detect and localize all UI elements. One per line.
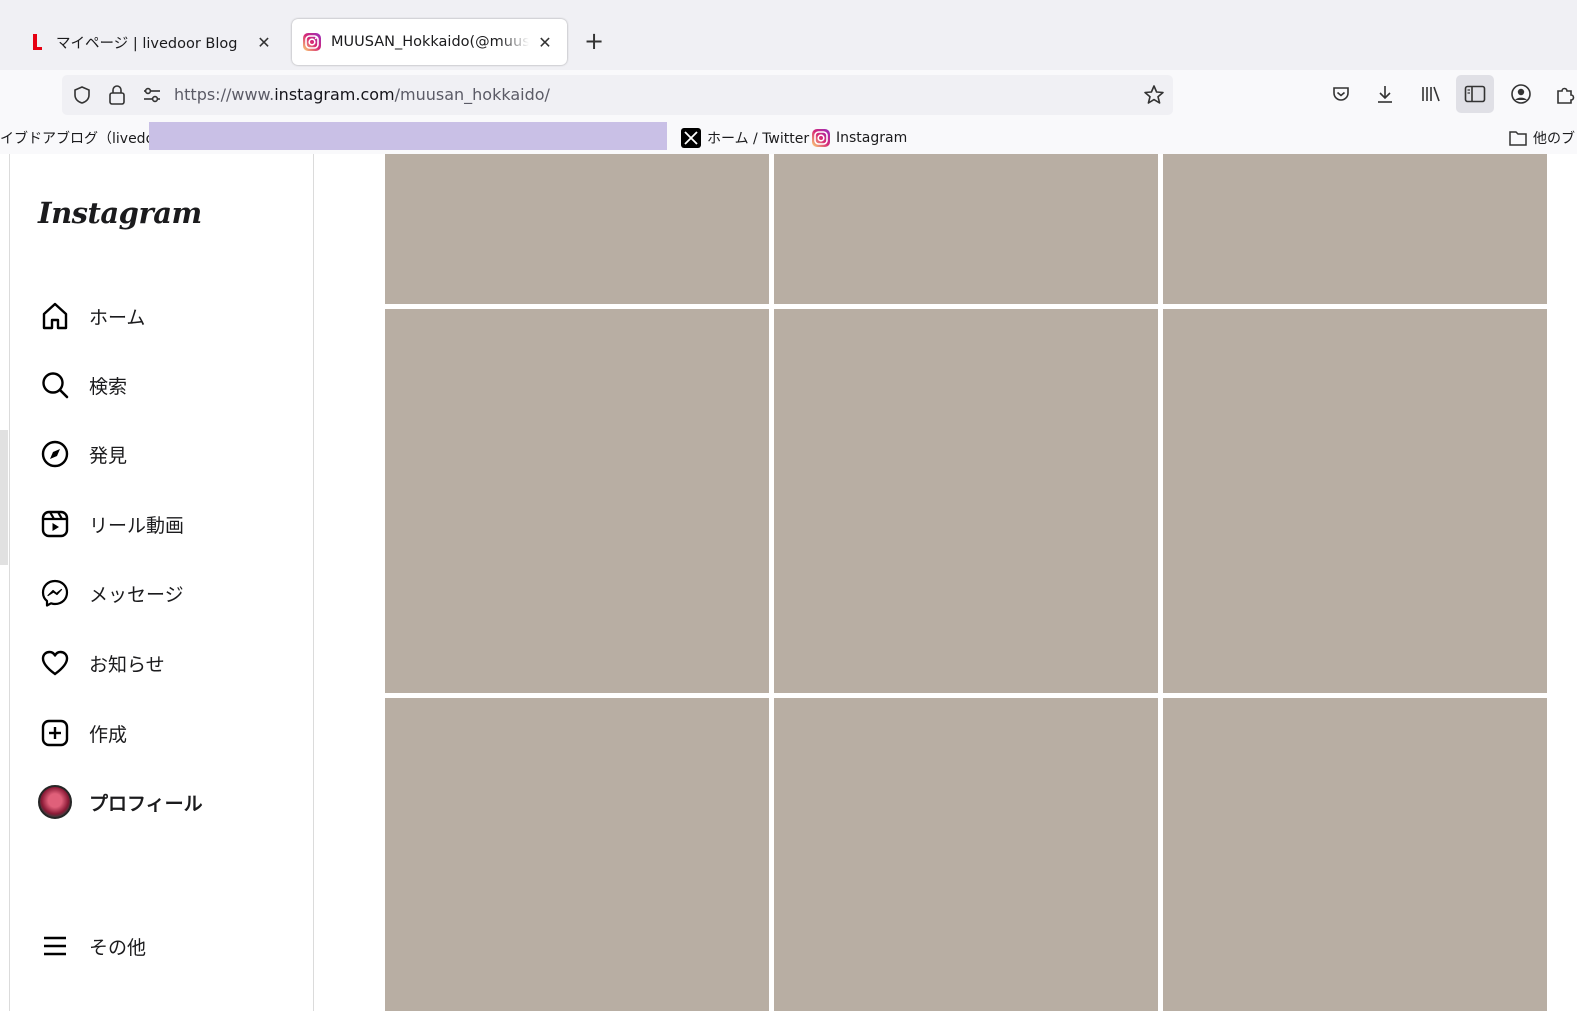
compass-icon [38, 437, 72, 471]
bookmark-instagram[interactable]: Instagram [812, 122, 907, 154]
url-path: /muusan_hokkaido/ [394, 85, 550, 104]
library-icon[interactable] [1412, 75, 1450, 113]
bookmark-label: ホーム / Twitter [707, 131, 810, 147]
nav-label: ホーム [89, 306, 146, 329]
nav-label: リール動画 [89, 514, 185, 537]
nav-label: 作成 [89, 723, 128, 746]
sidebar-toggle-icon[interactable] [1456, 75, 1494, 113]
nav-label: その他 [89, 936, 147, 959]
bookmark-livedoor[interactable]: イブドアブログ（livedo... [0, 122, 167, 154]
instagram-icon [812, 129, 830, 147]
home-icon [38, 299, 72, 333]
nav-home[interactable]: ホーム [38, 292, 298, 340]
account-icon[interactable] [1502, 75, 1540, 113]
grid-photo[interactable] [385, 698, 769, 1011]
nav-messages[interactable]: メッセージ [38, 569, 298, 617]
new-tab-button[interactable]: + [582, 28, 606, 56]
instagram-icon [303, 33, 321, 51]
scrollbar-thumb[interactable] [0, 430, 8, 565]
nav-label: メッセージ [89, 583, 184, 606]
navigation-toolbar: https://www.instagram.com/muusan_hokkaid… [0, 70, 1577, 122]
menu-icon [38, 929, 72, 963]
bookmark-star-icon[interactable] [1143, 84, 1165, 106]
tab-title: マイページ | livedoor Blog [56, 35, 238, 52]
grid-photo[interactable] [1163, 698, 1547, 1011]
grid-photo[interactable] [774, 698, 1158, 1011]
instagram-sidebar: Instagram ホーム 検索 発見 リール動画 メッセージ お知らせ 作成 … [10, 154, 314, 1011]
url-text[interactable]: https://www.instagram.com/muusan_hokkaid… [174, 85, 550, 104]
bookmark-label: イブドアブログ（livedo... [0, 131, 168, 147]
reels-icon [38, 507, 72, 541]
nav-label: お知らせ [89, 653, 165, 676]
nav-more[interactable]: その他 [38, 922, 298, 970]
messenger-icon [38, 576, 72, 610]
nav-reels[interactable]: リール動画 [38, 500, 298, 548]
nav-profile[interactable]: プロフィール [38, 778, 298, 826]
search-icon [38, 368, 72, 402]
grid-photo[interactable] [385, 309, 769, 693]
download-icon[interactable] [1366, 75, 1404, 113]
avatar-wrap [38, 785, 72, 819]
bookmarks-toolbar: イブドアブログ（livedo... ホーム / Twitter Instagra… [0, 122, 1577, 154]
permissions-icon[interactable] [142, 85, 162, 105]
folder-icon [1509, 130, 1527, 146]
lock-icon[interactable] [108, 84, 126, 106]
grid-photo[interactable] [1163, 154, 1547, 304]
close-icon[interactable]: ✕ [254, 33, 274, 52]
address-bar[interactable]: https://www.instagram.com/muusan_hokkaid… [62, 75, 1173, 115]
grid-photo[interactable] [1163, 309, 1547, 693]
nav-label: プロフィール [89, 792, 203, 815]
nav-notifications[interactable]: お知らせ [38, 639, 298, 687]
shield-icon[interactable] [72, 85, 92, 105]
tab-instagram[interactable]: MUUSAN_Hokkaido(@muusan_hokkaido) ✕ [292, 19, 567, 65]
close-icon[interactable]: ✕ [535, 33, 555, 52]
livedoor-icon [28, 33, 46, 51]
tab-title: MUUSAN_Hokkaido(@muusan_hokkaido) [331, 34, 529, 50]
tab-livedoor[interactable]: マイページ | livedoor Blog ✕ [8, 19, 286, 65]
url-host: instagram.com [274, 85, 395, 104]
heart-icon [38, 646, 72, 680]
bookmark-twitter[interactable]: ホーム / Twitter [681, 122, 809, 154]
bookmark-highlight [149, 122, 667, 150]
grid-photo[interactable] [385, 154, 769, 304]
bookmark-label: Instagram [836, 130, 908, 146]
nav-create[interactable]: 作成 [38, 709, 298, 757]
grid-photo[interactable] [774, 154, 1158, 304]
pocket-icon[interactable] [1322, 75, 1360, 113]
nav-search[interactable]: 検索 [38, 361, 298, 409]
bookmark-label: 他のブ [1533, 131, 1575, 147]
x-logo-icon [681, 128, 701, 148]
url-prefix: https://www. [174, 85, 275, 104]
nav-explore[interactable]: 発見 [38, 430, 298, 478]
avatar [38, 785, 72, 819]
page-edge [0, 154, 10, 1011]
nav-label: 発見 [89, 444, 128, 467]
tab-strip: マイページ | livedoor Blog ✕ MUUSAN_Hokkaido(… [0, 0, 1577, 70]
create-icon [38, 716, 72, 750]
instagram-logo[interactable]: Instagram [38, 196, 202, 230]
nav-label: 検索 [89, 375, 128, 398]
other-bookmarks[interactable]: 他のブ [1509, 122, 1575, 154]
profile-feed [314, 154, 1577, 1011]
extensions-icon[interactable] [1546, 75, 1577, 113]
grid-photo[interactable] [774, 309, 1158, 693]
